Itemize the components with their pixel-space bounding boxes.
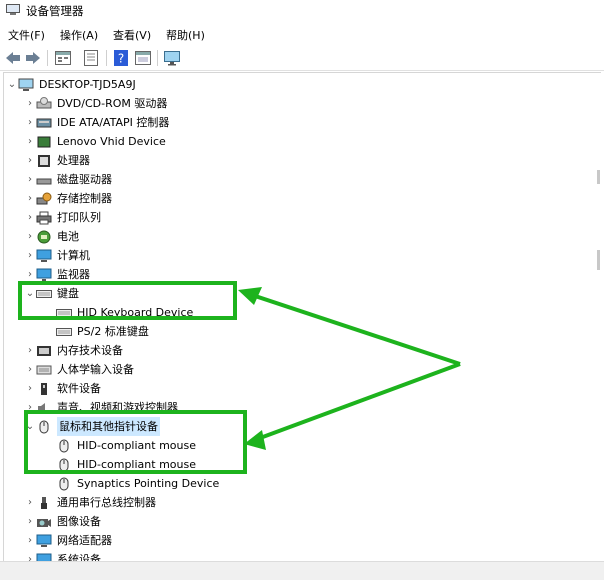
arrow-line bbox=[245, 291, 461, 366]
annotation-arrows bbox=[238, 287, 461, 450]
arrow-head bbox=[244, 430, 266, 450]
arrow-line bbox=[251, 362, 461, 443]
